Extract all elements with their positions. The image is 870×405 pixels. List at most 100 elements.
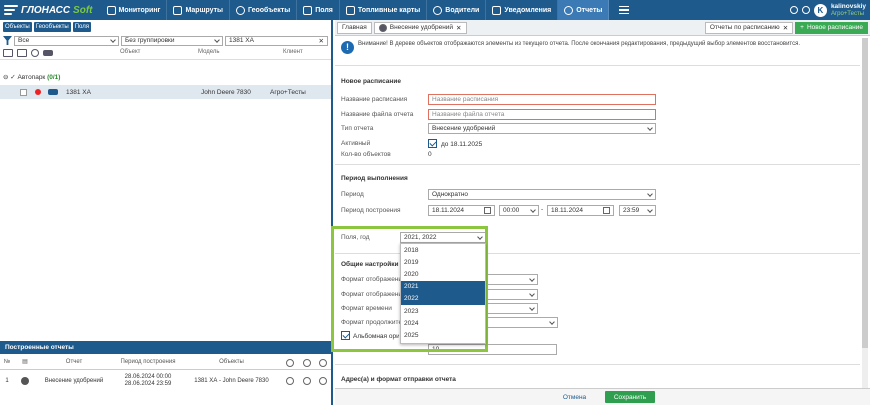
logo[interactable]: ГЛОНАСС Soft [0,5,101,16]
expand-icon[interactable] [3,49,13,57]
year-option[interactable]: 2019 [401,256,485,268]
nav-fields[interactable]: Поля [297,0,340,20]
table-row[interactable]: 1381 ХА John Deere 7830 Агро+Тесты [0,85,331,99]
history-icon[interactable] [300,371,314,391]
year-option[interactable]: 2018 [401,244,485,256]
date-to-input[interactable]: 18.11.2024 [547,205,614,216]
tab-new-schedule[interactable]: + Новое расписание [795,21,868,34]
tab-fertilizer[interactable]: Внесение удобрений ✕ [373,21,467,34]
nav-label: Водители [445,6,480,14]
divider [335,164,860,165]
row-checkbox[interactable] [20,88,27,96]
nav-reports[interactable]: Отчеты [558,0,610,20]
delete-icon[interactable] [316,371,330,391]
driver-icon [433,5,443,15]
filter-select[interactable]: Все [14,35,119,46]
tab-fields[interactable]: Поля [72,22,91,32]
file-name-input[interactable]: Название файла отчета [428,109,656,120]
bell-icon[interactable] [789,6,798,14]
refresh-icon[interactable] [31,49,39,57]
search-value: 1381 ХА [229,37,254,44]
period-from: 28.06.2024 00:00 [124,374,172,380]
tree-toolbar: Объект Модель Клиент [0,47,331,60]
objects-count: 0 [428,151,432,158]
nav-monitoring[interactable]: Мониторинг [101,0,168,20]
filter-row: Все Без группировки 1381 ХА ✕ [0,34,331,47]
plus-icon: + [800,24,804,31]
period-value: Однократно [432,191,469,198]
year-option[interactable]: 2023 [401,305,485,317]
avatar[interactable]: K [813,3,827,17]
table-row[interactable]: 1 Внесение удобрений 28.06.2024 00:00 28.… [0,371,331,391]
year-option-selected[interactable]: 2022 [401,292,485,305]
notice: ! Внимание! В дереве объектов отображаютс… [341,41,851,54]
time-format-select[interactable] [485,303,538,314]
format1-select[interactable] [485,274,538,285]
collapse-icon[interactable] [17,49,27,57]
calendar-icon[interactable] [484,207,491,214]
car-icon[interactable] [43,50,53,56]
nav-fuel-cards[interactable]: Топливные карты [340,0,428,20]
search-input[interactable]: 1381 ХА ✕ [225,35,328,46]
range-dash: - [541,206,544,213]
close-icon[interactable]: ✕ [456,24,461,32]
chevron-down-icon [529,275,535,282]
scrollbar[interactable] [862,38,868,390]
grouping-select[interactable]: Без группировки [121,35,223,46]
chevron-down-icon [110,36,116,43]
cancel-button[interactable]: Отмена [547,391,602,403]
save-button[interactable]: Сохранить [605,391,655,403]
user-org: Агро+Тесты [830,10,865,17]
format2-select[interactable] [485,289,538,300]
year-option[interactable]: 2025 [401,329,485,341]
calendar-icon[interactable] [603,207,610,214]
tab-objects[interactable]: Объекты [3,22,32,32]
tab-scheduled-reports[interactable]: Отчеты по расписанию ✕ [704,21,794,34]
refresh-icon[interactable] [283,356,297,369]
logo-main-text: ГЛОНАСС [21,4,71,16]
year-option-selected[interactable]: 2021 [401,280,485,293]
tab-main[interactable]: Главная [337,21,372,34]
nav-drivers[interactable]: Водители [427,0,487,20]
year-option[interactable]: 2020 [401,268,485,280]
chevron-down-icon [647,190,653,197]
tree-group[interactable]: ⊖ ✓ Автопарк (0/1) [3,73,60,81]
time-to-value: 23:59 [623,207,640,214]
report-tabs: Главная Внесение удобрений ✕ Отчеты по ра… [335,20,870,36]
nav-geoobjects[interactable]: Геообъекты [230,0,298,20]
col-client: Клиент [283,49,303,55]
nav-label: Мониторинг [118,6,161,14]
nav-label: Маршруты [185,6,223,14]
close-icon[interactable] [316,356,330,369]
filter-value: Все [18,37,30,44]
date-from-input[interactable]: 18.11.2024 [428,205,495,216]
duration-format-select[interactable] [485,317,558,328]
built-objects: 1381 ХА - John Deere 7830 [194,377,269,384]
report-icon [378,23,387,32]
filter-icon[interactable] [3,36,12,45]
built-period: 28.06.2024 00:00 28.06.2024 23:59 [113,371,183,391]
nav-notifications[interactable]: Уведомления [486,0,559,20]
user-info[interactable]: kalinovskiy Агро+Тесты [831,3,866,18]
year-dropdown: 2018 2019 2020 2021 2022 2023 2024 2025 [400,243,486,344]
time-to-select[interactable]: 23:59 [619,205,656,216]
clear-icon[interactable]: ✕ [319,37,324,45]
menu-icon[interactable] [609,5,639,15]
report-type-select[interactable]: Внесение удобрений [428,123,656,134]
nav-routes[interactable]: Маршруты [167,0,230,20]
history-icon[interactable] [300,356,314,369]
year-option[interactable]: 2024 [401,317,485,329]
schedule-name-input[interactable]: Название расписания [428,94,656,105]
chevron-down-icon [529,304,535,311]
time-from-select[interactable]: 00:00 [499,205,539,216]
top-right-area: K kalinovskiy Агро+Тесты [789,0,866,20]
gear-icon[interactable] [801,6,810,14]
col-report: Отчет [65,359,83,365]
period-select[interactable]: Однократно [428,189,656,200]
rebuild-icon[interactable] [283,371,297,391]
active-checkbox[interactable] [428,138,437,148]
tab-geoobjects[interactable]: Геообъекты [33,22,71,32]
chevron-down-icon [530,206,536,213]
build-period-label: Период построения [341,207,401,214]
close-icon[interactable]: ✕ [783,24,788,32]
